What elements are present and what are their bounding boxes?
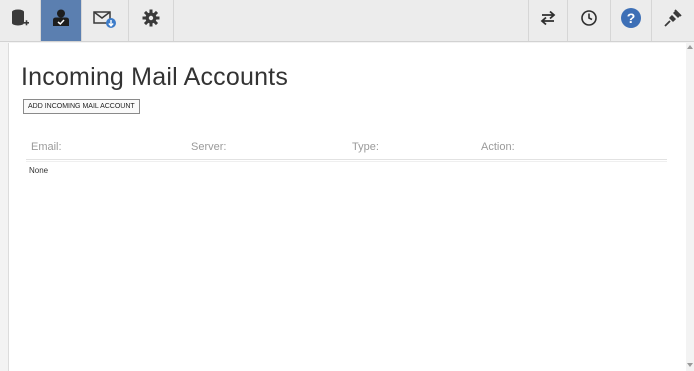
column-header-server: Server: [191,141,227,153]
settings-button[interactable] [129,0,173,41]
column-header-type: Type: [352,141,379,153]
add-incoming-mail-account-button[interactable]: ADD INCOMING MAIL ACCOUNT [23,99,140,114]
plug-icon [663,8,683,33]
sync-button[interactable] [529,0,567,41]
toolbar: ? [0,0,694,42]
help-button[interactable]: ? [611,0,651,41]
database-add-icon [9,7,31,34]
scroll-down-icon[interactable] [687,363,693,367]
vertical-scrollbar[interactable] [686,43,694,371]
column-header-email: Email: [31,141,62,153]
clock-icon [580,9,598,32]
help-icon: ? [620,7,642,34]
header-divider [26,159,667,160]
user-account-icon [50,7,72,34]
page-title: Incoming Mail Accounts [21,63,289,91]
user-account-button[interactable] [41,0,81,41]
database-add-button[interactable] [0,0,40,41]
column-header-action: Action: [481,141,515,153]
plug-button[interactable] [652,0,694,41]
gear-icon [141,8,161,33]
mail-download-button[interactable] [82,0,128,41]
history-button[interactable] [568,0,610,41]
empty-list-message: None [29,166,49,175]
sync-arrows-icon [539,9,557,32]
scroll-up-icon[interactable] [687,45,693,49]
svg-text:?: ? [627,10,636,26]
header-divider-shadow [26,161,667,162]
content-panel: Incoming Mail Accounts ADD INCOMING MAIL… [8,43,687,371]
mail-download-icon [92,6,118,35]
